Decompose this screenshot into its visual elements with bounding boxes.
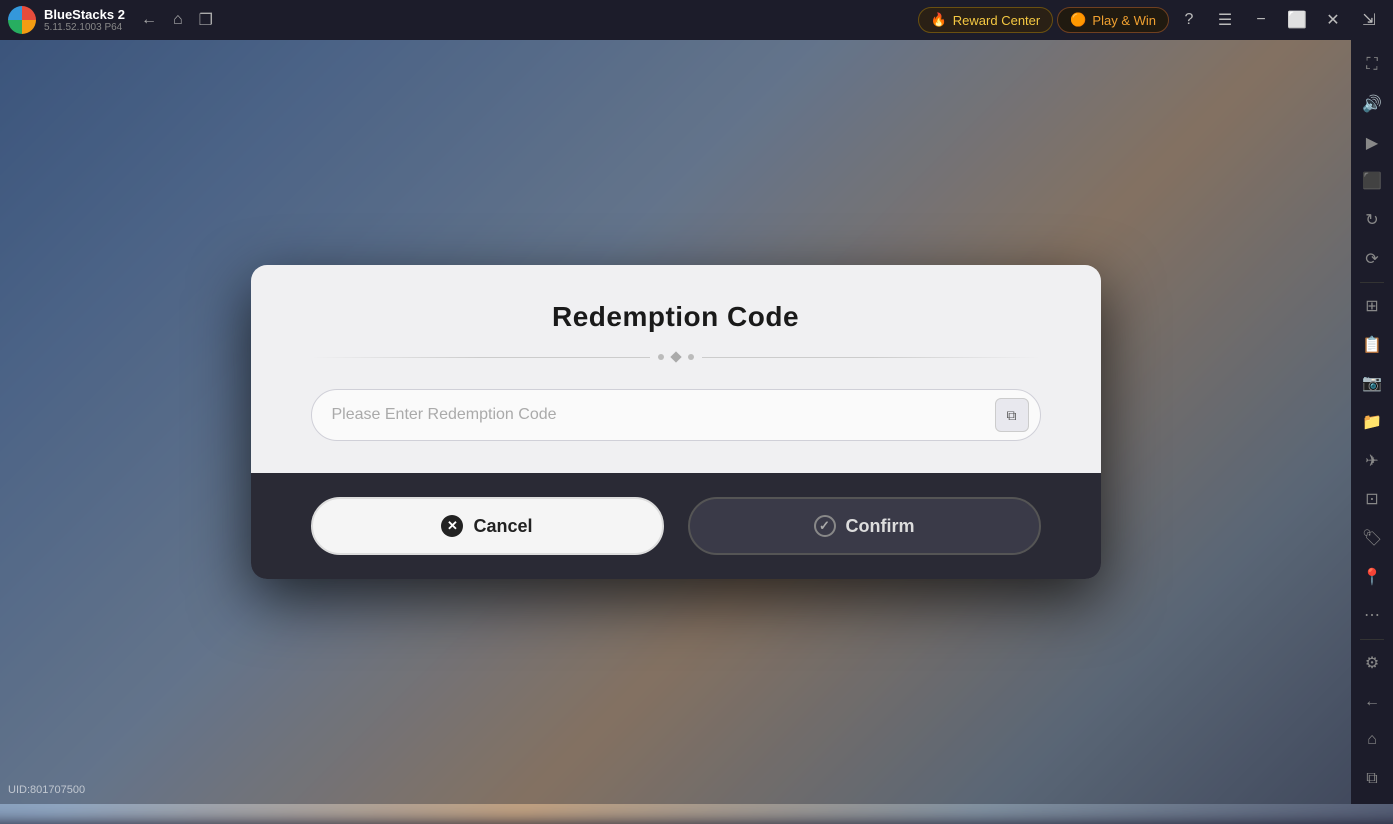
expand-button[interactable]: ⇲ (1353, 4, 1385, 36)
right-sidebar: ⛶ 🔊 ▶ ⬛ ↻ ⟳ ⊞ 📋 📷 📁 ✈ ⊡ 🏷 📍 ⋯ ⚙ ← ⌂ ⧉ (1351, 40, 1393, 804)
refresh-icon[interactable]: ↻ (1354, 203, 1390, 238)
flight-icon[interactable]: ✈ (1354, 443, 1390, 478)
app-logo (8, 6, 36, 34)
input-wrapper: ⧉ (311, 389, 1041, 441)
paste-icon: ⧉ (1007, 407, 1017, 424)
reward-fire-icon: 🔥 (931, 12, 947, 28)
modal-top-section: Redemption Code ⧉ (251, 265, 1101, 473)
divider-dot-1 (658, 354, 664, 360)
confirm-icon: ✓ (814, 515, 836, 537)
resize-icon[interactable]: ⊡ (1354, 482, 1390, 517)
cancel-icon: ✕ (441, 515, 463, 537)
minimize-icon: − (1256, 11, 1265, 29)
apps-icon[interactable]: ⊞ (1354, 289, 1390, 324)
back-sidebar-icon[interactable]: ← (1354, 684, 1390, 719)
divider-line-left (311, 357, 650, 358)
modal-title: Redemption Code (311, 301, 1041, 333)
topbar-nav: ← ⌂ ❐ (137, 6, 217, 34)
expand-icon: ⇲ (1362, 10, 1375, 30)
topbar-right: 🔥 Reward Center 🟠 Play & Win ? ☰ − ⬜ ✕ ⇲ (918, 4, 1385, 36)
more-icon[interactable]: ⋯ (1354, 598, 1390, 633)
minimize-button[interactable]: − (1245, 4, 1277, 36)
app-title-group: BlueStacks 2 5.11.52.1003 P64 (44, 8, 125, 33)
modal-divider (311, 353, 1041, 361)
confirm-label: Confirm (846, 516, 915, 537)
screenshot-icon[interactable]: 📷 (1354, 366, 1390, 401)
divider-diamond (670, 351, 681, 362)
app-name: BlueStacks 2 (44, 8, 125, 21)
home-sidebar-icon[interactable]: ⌂ (1354, 723, 1390, 758)
settings-icon[interactable]: ⚙ (1354, 646, 1390, 681)
play-win-label: Play & Win (1092, 13, 1156, 28)
fullscreen-icon[interactable]: ⛶ (1354, 48, 1390, 83)
menu-icon: ☰ (1218, 10, 1232, 30)
play-coin-icon: 🟠 (1070, 12, 1086, 28)
divider-dot-2 (688, 354, 694, 360)
play-win-button[interactable]: 🟠 Play & Win (1057, 7, 1169, 33)
location-icon[interactable]: 📍 (1354, 559, 1390, 594)
divider-line-right (702, 357, 1041, 358)
help-button[interactable]: ? (1173, 4, 1205, 36)
cancel-label: Cancel (473, 516, 532, 537)
rotate-icon[interactable]: ⟳ (1354, 241, 1390, 276)
menu-button[interactable]: ☰ (1209, 4, 1241, 36)
home-button[interactable]: ⌂ (169, 7, 187, 33)
cast-icon[interactable]: ▶ (1354, 125, 1390, 160)
volume-icon[interactable]: 🔊 (1354, 87, 1390, 122)
close-button[interactable]: ✕ (1317, 4, 1349, 36)
app-version: 5.11.52.1003 P64 (44, 23, 125, 33)
restore-icon: ⬜ (1287, 10, 1307, 30)
restore-button[interactable]: ⬜ (1281, 4, 1313, 36)
topbar: BlueStacks 2 5.11.52.1003 P64 ← ⌂ ❐ 🔥 Re… (0, 0, 1393, 40)
folder-icon[interactable]: 📁 (1354, 405, 1390, 440)
modal-bottom-section: ✕ Cancel ✓ Confirm (251, 473, 1101, 579)
reward-center-button[interactable]: 🔥 Reward Center (918, 7, 1054, 33)
reward-center-label: Reward Center (953, 13, 1040, 28)
sidebar-divider-2 (1360, 639, 1384, 640)
uid-label: UID:801707500 (8, 784, 85, 796)
modal-overlay: Redemption Code ⧉ ✕ Cancel ✓ (0, 40, 1351, 804)
paste-button[interactable]: ⧉ (995, 398, 1029, 432)
help-icon: ? (1185, 11, 1194, 29)
tag-icon[interactable]: 🏷 (1354, 521, 1390, 556)
back-button[interactable]: ← (137, 7, 161, 33)
confirm-button[interactable]: ✓ Confirm (688, 497, 1041, 555)
redemption-code-input[interactable] (311, 389, 1041, 441)
redemption-dialog: Redemption Code ⧉ ✕ Cancel ✓ (251, 265, 1101, 579)
close-icon: ✕ (1326, 10, 1339, 30)
copy-sidebar-icon[interactable]: ⧉ (1354, 761, 1390, 796)
record-icon[interactable]: ⬛ (1354, 164, 1390, 199)
file-manager-icon[interactable]: 📋 (1354, 327, 1390, 362)
multi-instance-button[interactable]: ❐ (195, 6, 217, 34)
sidebar-divider-1 (1360, 282, 1384, 283)
cancel-button[interactable]: ✕ Cancel (311, 497, 664, 555)
